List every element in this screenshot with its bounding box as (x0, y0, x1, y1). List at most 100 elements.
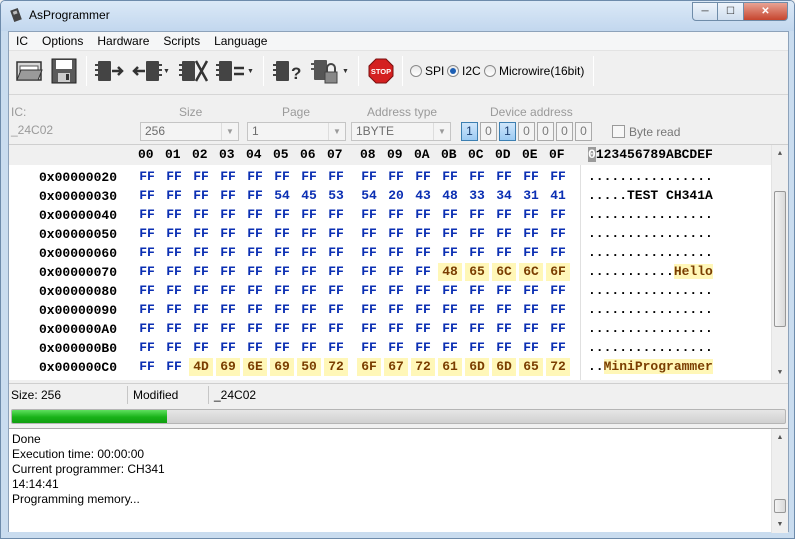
hex-byte-cell[interactable]: 45 (297, 187, 321, 205)
hex-byte-cell[interactable]: FF (384, 301, 408, 319)
hex-byte-cell[interactable]: FF (492, 244, 516, 262)
hex-byte-cell[interactable]: FF (519, 225, 543, 243)
hex-byte-cell[interactable]: FF (519, 244, 543, 262)
check-blank-button[interactable]: ? (271, 56, 305, 86)
hex-byte-cell[interactable]: FF (270, 282, 294, 300)
hex-byte-cell[interactable]: FF (135, 168, 159, 186)
hex-byte-cell[interactable]: FF (438, 282, 462, 300)
hex-byte-cell[interactable]: FF (270, 244, 294, 262)
ascii-text[interactable]: ................ (584, 225, 756, 243)
hex-byte-cell[interactable]: FF (297, 339, 321, 357)
hex-byte-cell[interactable]: FF (546, 168, 570, 186)
address-bit-5[interactable]: 0 (480, 122, 497, 141)
ascii-text[interactable]: ................ (584, 244, 756, 262)
maximize-button[interactable]: ☐ (718, 2, 744, 21)
hex-byte-cell[interactable]: FF (357, 168, 381, 186)
hex-byte-cell[interactable]: FF (216, 320, 240, 338)
hex-byte-cell[interactable]: FF (297, 206, 321, 224)
hex-byte-cell[interactable]: FF (216, 225, 240, 243)
hex-byte-cell[interactable]: 53 (324, 187, 348, 205)
hex-byte-cell[interactable]: FF (324, 263, 348, 281)
hex-byte-cell[interactable]: FF (135, 206, 159, 224)
menu-ic[interactable]: IC (9, 32, 35, 50)
hex-byte-cell[interactable]: FF (465, 244, 489, 262)
hex-byte-cell[interactable]: FF (384, 168, 408, 186)
hex-byte-cell[interactable]: FF (162, 282, 186, 300)
hex-byte-cell[interactable]: FF (297, 282, 321, 300)
log-scroll-thumb[interactable] (774, 499, 786, 513)
hex-byte-cell[interactable]: FF (216, 301, 240, 319)
hex-byte-cell[interactable]: FF (297, 320, 321, 338)
hex-byte-cell[interactable]: FF (411, 301, 435, 319)
scroll-up-icon[interactable]: ▲ (772, 429, 788, 446)
hex-byte-cell[interactable]: FF (216, 168, 240, 186)
hex-byte-cell[interactable]: FF (243, 168, 267, 186)
hex-byte-cell[interactable]: 31 (519, 187, 543, 205)
hex-byte-cell[interactable]: FF (216, 244, 240, 262)
write-button[interactable]: ▼ (130, 56, 172, 86)
hex-byte-cell[interactable]: FF (189, 168, 213, 186)
address-bit-6[interactable]: 1 (461, 122, 478, 141)
lock-button[interactable]: ▼ (308, 56, 352, 86)
verify-button[interactable]: ▼ (214, 56, 256, 86)
hex-byte-cell[interactable]: FF (465, 339, 489, 357)
hex-byte-cell[interactable]: FF (189, 225, 213, 243)
hex-byte-cell[interactable]: FF (384, 225, 408, 243)
hex-byte-cell[interactable]: 65 (519, 358, 543, 376)
hex-byte-cell[interactable]: FF (162, 168, 186, 186)
hex-byte-cell[interactable]: FF (492, 339, 516, 357)
scroll-down-icon[interactable]: ▼ (772, 364, 788, 380)
hex-byte-cell[interactable]: FF (162, 244, 186, 262)
hex-byte-cell[interactable]: FF (465, 225, 489, 243)
hex-scroll-thumb[interactable] (774, 191, 786, 327)
hex-byte-cell[interactable]: FF (357, 244, 381, 262)
ascii-text[interactable]: ................ (584, 301, 756, 319)
hex-byte-cell[interactable]: 33 (465, 187, 489, 205)
write-dropdown-icon[interactable]: ▼ (163, 68, 170, 75)
hex-byte-cell[interactable]: FF (135, 187, 159, 205)
hex-byte-cell[interactable]: 6E (243, 358, 267, 376)
hex-byte-cell[interactable]: FF (411, 339, 435, 357)
address-bit-1[interactable]: 0 (556, 122, 573, 141)
hex-byte-cell[interactable]: FF (162, 301, 186, 319)
address-bit-0[interactable]: 0 (575, 122, 592, 141)
hex-byte-cell[interactable]: FF (297, 168, 321, 186)
hex-byte-cell[interactable]: FF (411, 244, 435, 262)
hex-byte-cell[interactable]: FF (357, 263, 381, 281)
read-button[interactable] (93, 56, 127, 86)
hex-byte-cell[interactable]: FF (135, 282, 159, 300)
ascii-text[interactable]: .....TEST CH341A (584, 187, 756, 205)
hex-byte-cell[interactable]: FF (135, 244, 159, 262)
menu-options[interactable]: Options (35, 32, 90, 50)
address-bit-2[interactable]: 0 (537, 122, 554, 141)
interface-spi[interactable]: SPI (410, 64, 444, 78)
hex-byte-cell[interactable]: FF (546, 282, 570, 300)
hex-byte-cell[interactable]: FF (492, 320, 516, 338)
hex-byte-cell[interactable]: 6D (465, 358, 489, 376)
stop-button[interactable]: STOP (366, 56, 396, 86)
hex-byte-cell[interactable]: FF (357, 282, 381, 300)
i2c-radio[interactable] (447, 65, 459, 77)
hex-byte-cell[interactable]: FF (465, 282, 489, 300)
hex-byte-cell[interactable]: FF (411, 320, 435, 338)
hex-byte-cell[interactable]: FF (411, 282, 435, 300)
hex-byte-cell[interactable]: 43 (411, 187, 435, 205)
log-scrollbar[interactable]: ▲ ▼ (771, 429, 788, 533)
hex-byte-cell[interactable]: FF (384, 263, 408, 281)
ascii-text[interactable]: ................ (584, 320, 756, 338)
hex-byte-cell[interactable]: FF (546, 301, 570, 319)
hex-byte-cell[interactable]: FF (546, 244, 570, 262)
hex-byte-cell[interactable]: FF (189, 320, 213, 338)
hex-byte-cell[interactable]: FF (243, 225, 267, 243)
hex-byte-cell[interactable]: FF (162, 263, 186, 281)
hex-byte-cell[interactable]: FF (411, 168, 435, 186)
hex-byte-cell[interactable]: FF (324, 168, 348, 186)
ascii-text[interactable]: ..MiniProgrammer (584, 358, 756, 376)
page-select[interactable]: 1 ▼ (247, 122, 346, 141)
hex-byte-cell[interactable]: FF (411, 225, 435, 243)
hex-scrollbar[interactable]: ▲ ▼ (771, 145, 788, 380)
hex-byte-cell[interactable]: FF (519, 301, 543, 319)
hex-byte-cell[interactable]: FF (270, 263, 294, 281)
hex-byte-cell[interactable]: FF (324, 282, 348, 300)
hex-byte-cell[interactable]: FF (324, 301, 348, 319)
